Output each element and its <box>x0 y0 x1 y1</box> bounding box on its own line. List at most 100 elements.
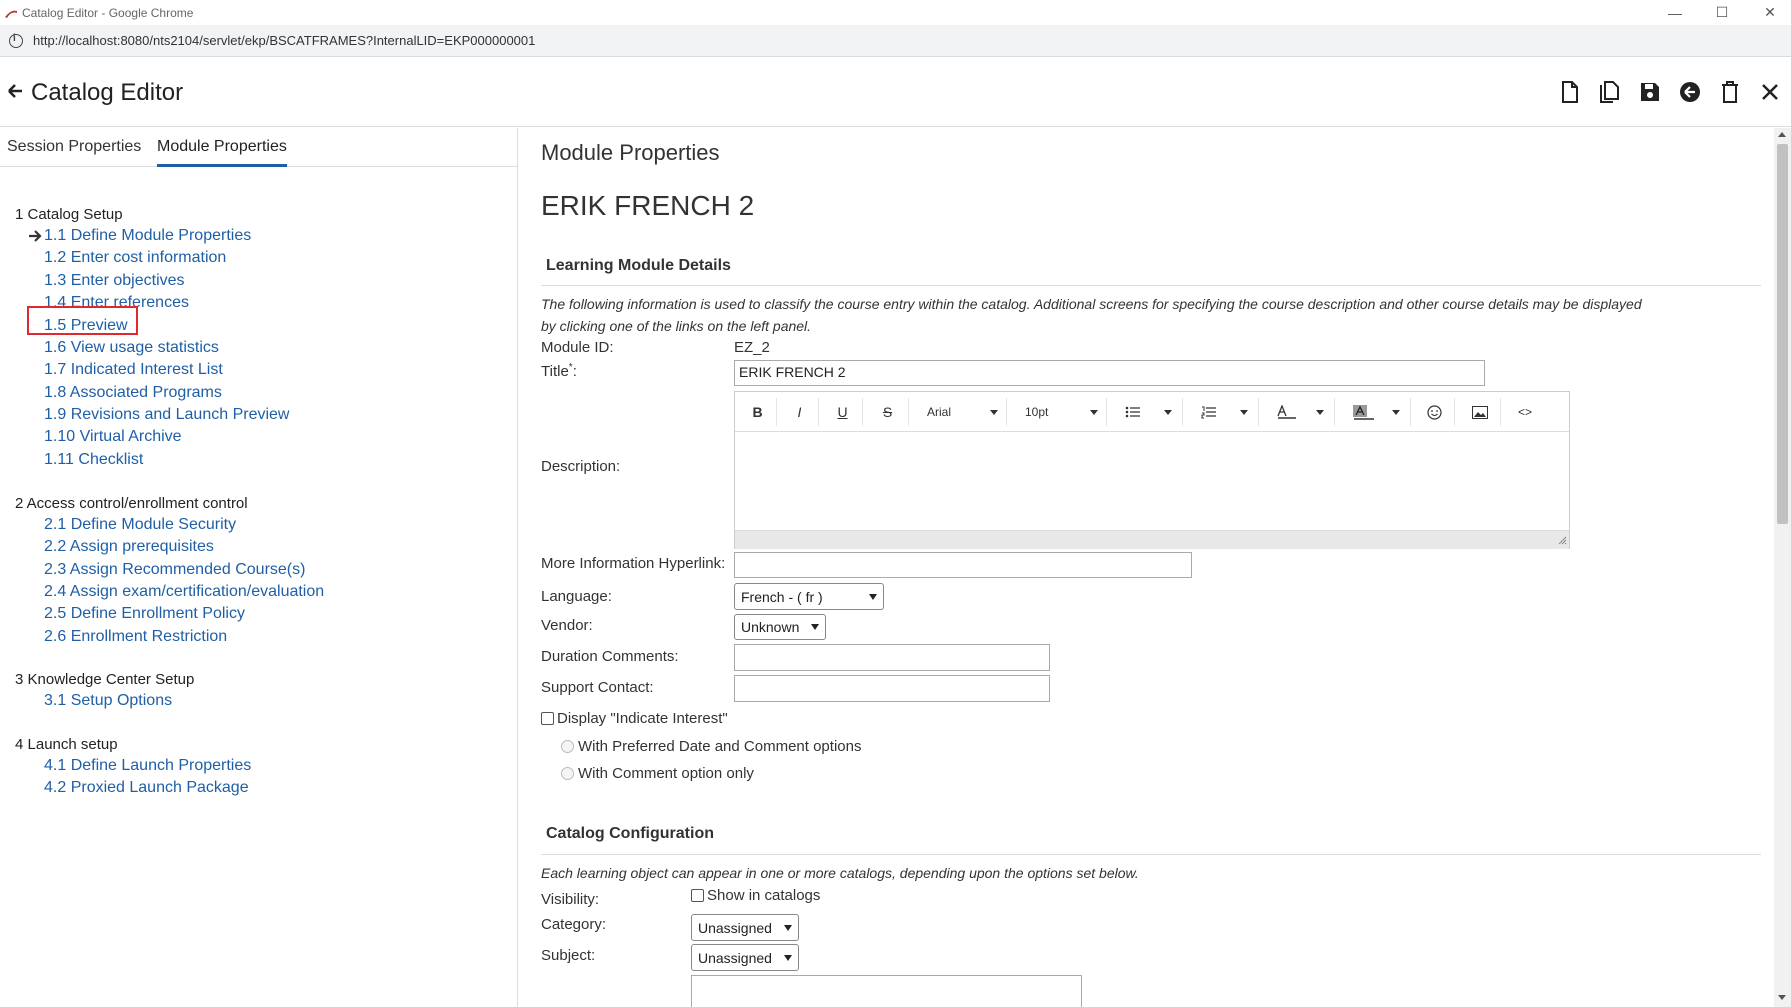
section-heading: Module Properties <box>541 140 720 165</box>
details-description: The following information is used to cla… <box>541 296 1642 334</box>
font-size-dropdown[interactable]: 10pt <box>1011 398 1107 426</box>
indicate-interest-checkbox[interactable] <box>541 712 554 725</box>
bold-button[interactable]: B <box>739 398 777 426</box>
radio-row: With Comment option only <box>561 765 754 782</box>
nav-link[interactable]: 2.5 Define Enrollment Policy <box>44 605 245 623</box>
back-arrow-icon[interactable] <box>7 82 23 105</box>
nav-link[interactable]: 1.8 Associated Programs <box>44 384 222 402</box>
nav-link[interactable]: 1.7 Indicated Interest List <box>44 361 223 379</box>
visibility-label: Visibility: <box>541 891 600 908</box>
font-family-dropdown[interactable]: Arial <box>913 398 1007 426</box>
description-editor[interactable]: B I U S Arial 10pt <> <box>734 391 1570 549</box>
page-title: Catalog Editor <box>31 79 184 106</box>
code-icon: <> <box>1517 405 1532 419</box>
maximize-icon[interactable]: ☐ <box>1702 0 1742 25</box>
nav-link[interactable]: 1.9 Revisions and Launch Preview <box>44 406 289 424</box>
app-icon <box>5 10 17 18</box>
bullet-list-button[interactable] <box>1111 398 1183 426</box>
nav-section-title: 2 Access control/enrollment control <box>15 495 248 512</box>
background-color-button[interactable] <box>1339 398 1411 426</box>
vertical-scrollbar[interactable] <box>1774 128 1791 1007</box>
scroll-down-icon[interactable] <box>1778 995 1786 1000</box>
tab-module-properties[interactable]: Module Properties <box>157 138 287 167</box>
nav-link[interactable]: 3.1 Setup Options <box>44 692 172 710</box>
bullet-list-icon <box>1125 406 1140 418</box>
numbered-list-button[interactable] <box>1187 398 1259 426</box>
category-select[interactable]: Unassigned <box>691 914 799 941</box>
nav-link[interactable]: 4.1 Define Launch Properties <box>44 757 251 775</box>
nav-section-title: 4 Launch setup <box>15 736 118 753</box>
module-id-value: EZ_2 <box>734 339 770 356</box>
catalog-config-description: Each learning object can appear in one o… <box>541 865 1139 881</box>
nav-link[interactable]: 1.10 Virtual Archive <box>44 428 182 446</box>
strikethrough-button[interactable]: S <box>867 398 909 426</box>
language-select[interactable]: French - ( fr ) <box>734 583 884 610</box>
copy-icon[interactable] <box>1597 78 1623 106</box>
nav-link[interactable]: 2.2 Assign prerequisites <box>44 538 214 556</box>
support-label: Support Contact: <box>541 679 654 696</box>
radio-preferred-date[interactable] <box>561 740 574 753</box>
nav-link[interactable]: 2.6 Enrollment Restriction <box>44 628 227 646</box>
indicate-interest-row: Display "Indicate Interest" <box>541 710 728 727</box>
description-label: Description: <box>541 458 621 475</box>
nav-link[interactable]: 2.1 Define Module Security <box>44 516 236 534</box>
subject-label: Subject: <box>541 947 596 964</box>
chevron-down-icon <box>811 624 819 630</box>
save-icon[interactable] <box>1637 78 1663 106</box>
close-icon[interactable] <box>1757 78 1783 106</box>
nav-link[interactable]: 4.2 Proxied Launch Package <box>44 779 249 797</box>
tab-session-properties[interactable]: Session Properties <box>7 138 141 167</box>
window-titlebar: Catalog Editor - Google Chrome — ☐ ✕ <box>0 0 1791 25</box>
editor-toolbar: B I U S Arial 10pt <> <box>735 392 1569 432</box>
numbered-list-icon <box>1201 406 1216 418</box>
italic-button[interactable]: I <box>781 398 819 426</box>
nav-link[interactable]: 1.11 Checklist <box>44 451 143 469</box>
minimize-icon[interactable]: — <box>1655 0 1695 25</box>
catalog-config-heading: Catalog Configuration <box>546 825 714 842</box>
source-code-button[interactable]: <> <box>1505 398 1545 426</box>
url-text[interactable]: http://localhost:8080/nts2104/servlet/ek… <box>33 33 535 48</box>
underline-button[interactable]: U <box>823 398 863 426</box>
module-id-label: Module ID: <box>541 339 614 356</box>
nav-link-preview[interactable]: 1.5 Preview <box>44 317 128 335</box>
chevron-down-icon <box>1164 409 1172 415</box>
insert-image-button[interactable] <box>1459 398 1501 426</box>
nav-link[interactable]: 1.1 Define Module Properties <box>44 227 251 245</box>
vendor-label: Vendor: <box>541 617 593 634</box>
radio-comment-only[interactable] <box>561 767 574 780</box>
smiley-icon <box>1427 404 1442 420</box>
current-arrow-icon <box>28 229 42 247</box>
title-label: Title*: <box>541 362 577 380</box>
divider <box>541 854 1761 855</box>
support-input[interactable] <box>734 675 1050 702</box>
duration-input[interactable] <box>734 644 1050 671</box>
nav-link[interactable]: 2.4 Assign exam/certification/evaluation <box>44 583 324 601</box>
nav-link[interactable]: 2.3 Assign Recommended Course(s) <box>44 561 305 579</box>
emoji-button[interactable] <box>1415 398 1455 426</box>
address-bar[interactable]: http://localhost:8080/nts2104/servlet/ek… <box>0 25 1791 57</box>
back-circle-icon[interactable] <box>1677 78 1703 106</box>
subject-list-box[interactable] <box>691 975 1082 1007</box>
show-in-catalogs-checkbox[interactable] <box>691 889 704 902</box>
language-label: Language: <box>541 588 612 605</box>
new-document-icon[interactable] <box>1557 78 1583 106</box>
delete-icon[interactable] <box>1717 78 1743 106</box>
nav-link[interactable]: 1.2 Enter cost information <box>44 249 226 267</box>
title-input[interactable]: ERIK FRENCH 2 <box>734 360 1485 386</box>
image-icon <box>1471 405 1488 419</box>
window-title: Catalog Editor - Google Chrome <box>22 5 194 20</box>
resize-handle-icon[interactable] <box>1558 536 1567 545</box>
chevron-down-icon <box>1392 409 1400 415</box>
scroll-up-icon[interactable] <box>1778 132 1786 137</box>
close-window-icon[interactable]: ✕ <box>1750 0 1790 25</box>
chevron-down-icon <box>869 593 877 600</box>
info-icon[interactable] <box>9 33 23 48</box>
nav-link[interactable]: 1.3 Enter objectives <box>44 272 185 290</box>
subject-select[interactable]: Unassigned <box>691 944 799 971</box>
vendor-select[interactable]: Unknown <box>734 614 826 640</box>
more-info-input[interactable] <box>734 552 1192 578</box>
chevron-down-icon <box>1090 409 1098 415</box>
scroll-thumb[interactable] <box>1777 144 1788 524</box>
text-color-button[interactable] <box>1263 398 1335 426</box>
nav-link[interactable]: 1.6 View usage statistics <box>44 339 219 357</box>
